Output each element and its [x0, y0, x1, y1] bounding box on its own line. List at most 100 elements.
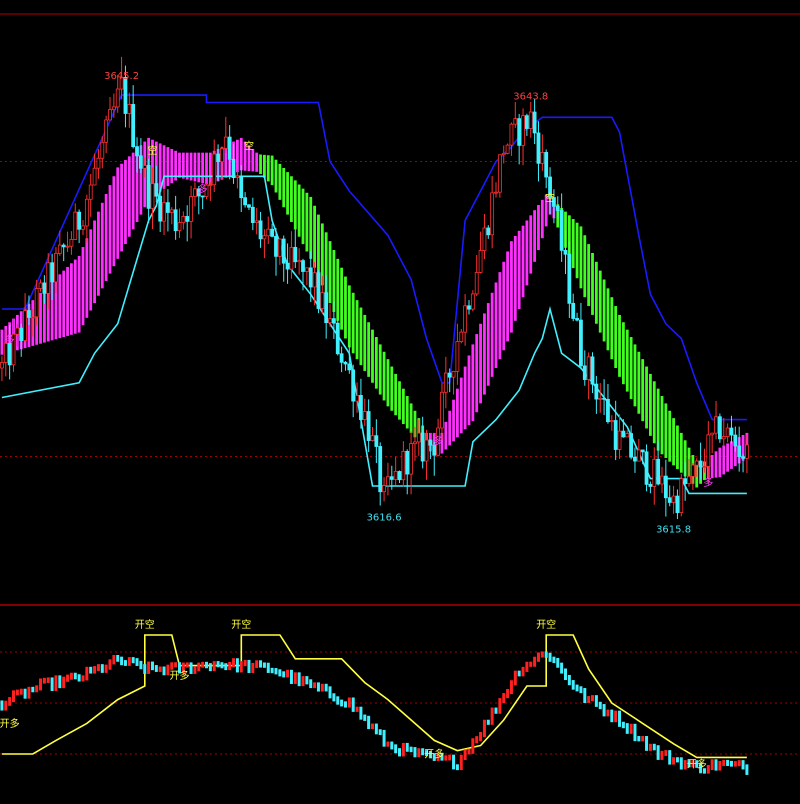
candle-body	[474, 272, 479, 295]
candle-body	[277, 238, 282, 257]
ribbon-bar	[540, 199, 544, 239]
indicator-bar	[729, 760, 733, 767]
indicator-bar	[12, 690, 16, 703]
ribbon-bar	[120, 163, 123, 252]
ribbon-bar	[621, 322, 625, 385]
indicator-bar	[131, 657, 135, 664]
ribbon-bar	[641, 359, 645, 422]
ribbon-bar	[390, 366, 394, 411]
ribbon-bar	[452, 399, 455, 442]
indicator-bar	[8, 697, 12, 706]
candle-body	[405, 450, 410, 475]
candle-body	[536, 132, 541, 164]
candle-body	[374, 435, 379, 447]
candle-body	[640, 449, 645, 453]
ribbon-bar	[39, 292, 42, 344]
indicator-bar	[343, 701, 347, 708]
candle-body	[528, 111, 533, 129]
indicator-bar	[513, 670, 517, 686]
candle-body	[355, 395, 359, 402]
indicator-bar	[467, 748, 471, 755]
candle-body	[710, 432, 715, 436]
indicator-bar	[645, 736, 649, 751]
ribbon-bar	[498, 272, 502, 360]
candle-body	[563, 249, 568, 255]
ribbon-bar	[127, 156, 131, 237]
ribbon-bar	[664, 403, 668, 458]
candle-body	[100, 141, 105, 159]
signal-label: 空	[244, 140, 254, 153]
candle-body	[671, 495, 676, 503]
candle-body	[185, 216, 190, 222]
indicator-bar	[216, 661, 220, 668]
ribbon-bar	[320, 223, 324, 286]
indicator-bar	[247, 659, 251, 674]
candle-body	[660, 475, 664, 485]
indicator-bar	[46, 677, 50, 683]
indicator-bar	[679, 757, 683, 770]
indicator-bar	[583, 688, 587, 704]
indicator-bar	[733, 761, 737, 767]
ribbon-bar	[290, 176, 293, 222]
ribbon-bar	[598, 270, 602, 333]
candle-body	[312, 272, 317, 288]
indicator-bar	[205, 661, 209, 669]
ribbon-bar	[297, 184, 301, 237]
ribbon-bar	[77, 255, 81, 333]
indicator-bar	[494, 707, 498, 714]
ribbon-bar	[537, 205, 540, 250]
indicator-bar	[444, 755, 448, 761]
candle-body	[108, 109, 112, 121]
candle-body	[455, 341, 460, 372]
indicator-bar	[718, 760, 722, 771]
indicator-bar	[382, 729, 386, 747]
indicator-bar	[417, 748, 421, 758]
ribbon-bar	[517, 230, 521, 309]
indicator-bar	[374, 723, 378, 735]
ribbon-bar	[587, 244, 591, 307]
candle-body	[50, 262, 55, 283]
ribbon-bar	[583, 235, 587, 298]
ribbon-bar	[571, 219, 575, 269]
ribbon-bar	[409, 403, 413, 433]
ribbon-bar	[197, 152, 201, 183]
ribbon-bar	[730, 441, 733, 469]
chart-root: 3645.2 3643.8 3616.6 3615.8 空多空空多多多 开空 开空 开空 开多…	[0, 0, 800, 800]
ribbon-bar	[363, 314, 367, 371]
candle-body	[532, 111, 537, 134]
candle-body	[84, 198, 89, 227]
indicator-bar	[452, 754, 456, 770]
indicator-signal-label: 开空	[231, 618, 251, 631]
ribbon-bar	[100, 202, 104, 289]
indicator-bar	[367, 715, 371, 730]
indicator-bar	[401, 742, 405, 757]
indicator-bar	[745, 764, 749, 775]
candle-body	[366, 411, 371, 441]
candle-body	[262, 235, 267, 240]
indicator-bar	[536, 652, 540, 662]
candle-body	[370, 435, 375, 441]
ribbon-bar	[85, 238, 89, 318]
candle-body	[652, 458, 657, 487]
candle-body	[737, 445, 742, 458]
ribbon-bar	[116, 167, 120, 259]
ribbon-bar	[660, 396, 664, 455]
ribbon-bar	[328, 241, 332, 304]
candle-body	[343, 361, 348, 365]
indicator-bar	[652, 743, 656, 751]
indicator-bar	[479, 732, 483, 742]
indicator-bar	[19, 688, 23, 695]
ribbon-bar	[70, 263, 73, 335]
indicator-bar	[370, 723, 374, 730]
candle-body	[331, 318, 336, 324]
indicator-bar	[529, 661, 533, 667]
candle-body	[208, 184, 213, 187]
indicator-bar	[197, 662, 201, 672]
candle-body	[582, 365, 587, 380]
candle-body	[409, 443, 413, 475]
candle-body	[212, 153, 217, 186]
signal-label: 多	[433, 435, 443, 448]
indicator-bar	[174, 662, 178, 668]
candle-body	[609, 420, 614, 423]
candle-body	[223, 136, 228, 149]
